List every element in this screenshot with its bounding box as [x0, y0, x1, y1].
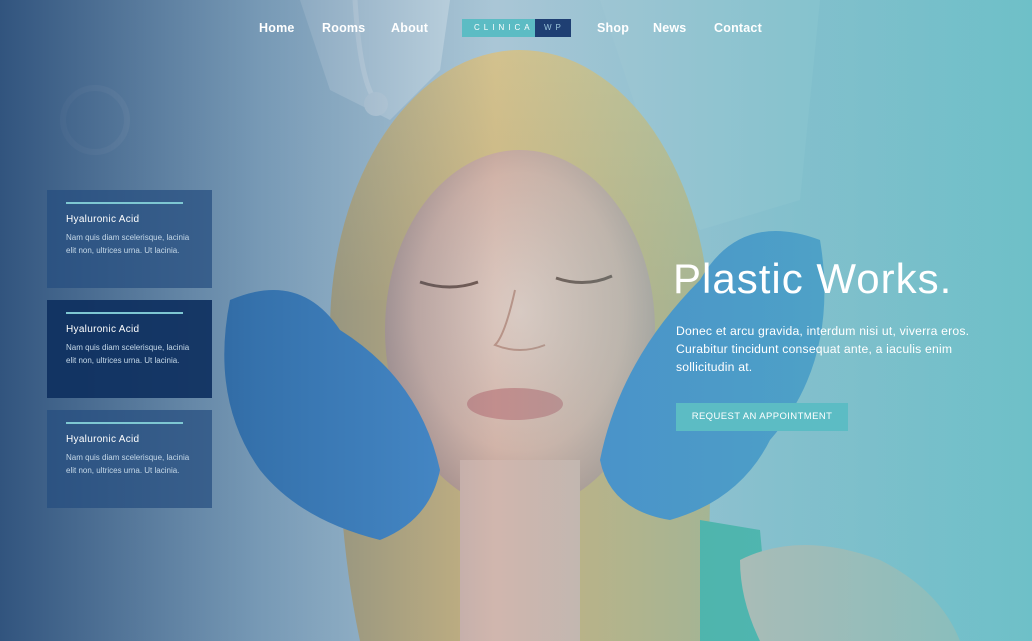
card-text: Nam quis diam scelerisque, lacinia elit … [66, 453, 190, 475]
hero-subtext: Donec et arcu gravida, interdum nisi ut,… [676, 324, 970, 374]
card-title: Hyaluronic Acid [66, 214, 140, 225]
nav-rooms-link[interactable]: Rooms [322, 20, 365, 36]
service-card-active[interactable]: Hyaluronic Acid Nam quis diam scelerisqu… [47, 300, 212, 398]
card-divider [66, 202, 183, 204]
nav-home-link[interactable]: Home [259, 20, 295, 36]
service-card[interactable]: Hyaluronic Acid Nam quis diam scelerisqu… [47, 190, 212, 288]
card-divider [66, 312, 183, 314]
nav-contact-link[interactable]: Contact [714, 20, 762, 36]
card-title: Hyaluronic Acid [66, 324, 140, 335]
service-card[interactable]: Hyaluronic Acid Nam quis diam scelerisqu… [47, 410, 212, 508]
main-nav: Home Rooms About CLINICA WP Shop News Co… [0, 0, 1032, 56]
card-text: Nam quis diam scelerisque, lacinia elit … [66, 233, 190, 255]
card-divider [66, 422, 183, 424]
nav-shop-link[interactable]: Shop [597, 20, 629, 36]
hero-headline: Plastic Works. [673, 255, 953, 302]
request-appointment-button[interactable]: REQUEST AN APPOINTMENT [676, 403, 848, 431]
logo-clinica: CLINICA [462, 19, 535, 37]
card-title: Hyaluronic Acid [66, 434, 140, 445]
site-logo[interactable]: CLINICA WP [462, 19, 571, 37]
nav-news-link[interactable]: News [653, 20, 686, 36]
card-text: Nam quis diam scelerisque, lacinia elit … [66, 343, 190, 365]
logo-wp: WP [535, 19, 571, 37]
nav-about-link[interactable]: About [391, 20, 428, 36]
